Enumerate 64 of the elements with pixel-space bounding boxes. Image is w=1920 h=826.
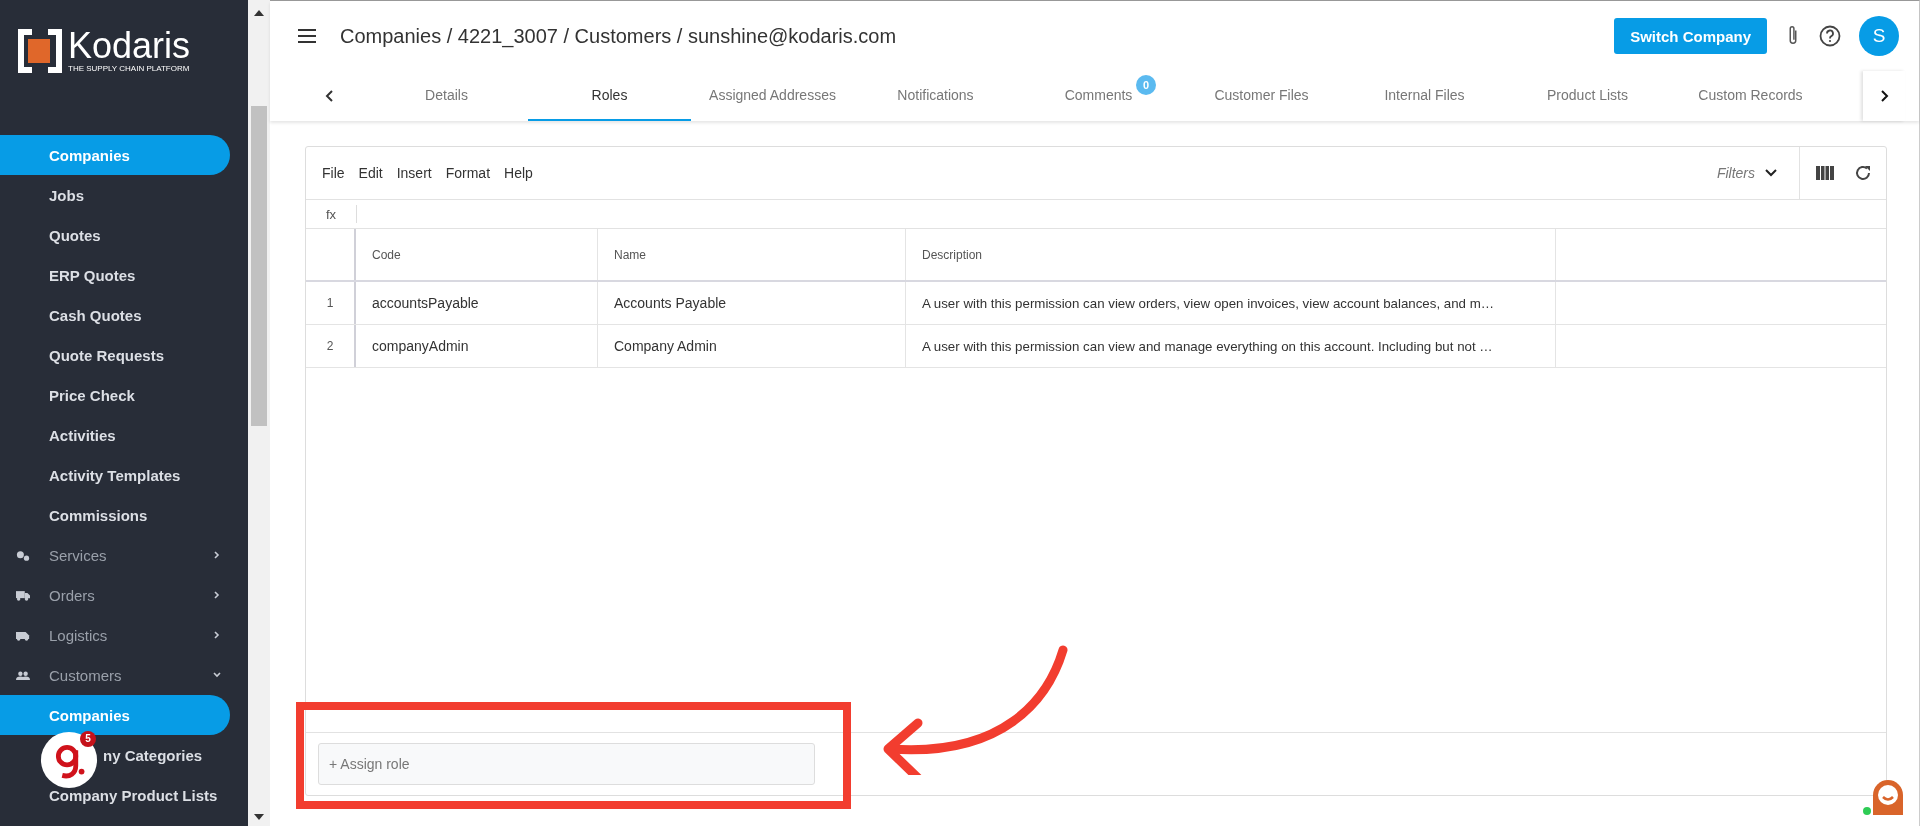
table-cell: Company Admin [598, 325, 906, 367]
chevron-left-icon[interactable] [325, 90, 335, 102]
menu-item[interactable]: Insert [396, 165, 432, 181]
menu-item[interactable]: File [322, 165, 345, 181]
breadcrumb: Companies / 4221_3007 / Customers / sunshine@kodaris.com [340, 24, 898, 48]
helper-widget-icon[interactable] [40, 731, 98, 789]
menu-item[interactable]: Edit [358, 165, 383, 181]
refresh-icon[interactable] [1854, 164, 1872, 182]
count-badge: 0 [1136, 75, 1156, 95]
table-cell: A user with this permission can view and manage everything on this account. Including but not … [906, 325, 1556, 367]
sidebar-item[interactable]: Logistics [0, 615, 230, 655]
gears-icon [16, 549, 30, 561]
formula-label: fx [324, 206, 338, 222]
tab[interactable]: Assigned Addresses [691, 71, 854, 121]
tab[interactable]: Details [365, 71, 528, 121]
columns-icon[interactable] [1816, 166, 1834, 180]
sidebar-item[interactable]: Jobs [0, 175, 230, 215]
sidebar-item[interactable]: Services [0, 535, 230, 575]
sidebar-item[interactable]: ny Categories [100, 735, 230, 775]
column-header[interactable]: Description [906, 229, 1556, 280]
truck-icon [16, 589, 30, 601]
tab[interactable]: Comments 0 [1017, 71, 1180, 121]
column-header[interactable]: Code [356, 229, 598, 280]
sidebar-item[interactable]: Customers [0, 655, 230, 695]
tab[interactable]: Internal Files [1343, 71, 1506, 121]
scroll-down-icon[interactable] [254, 814, 264, 820]
tab[interactable]: Customer Files [1180, 71, 1343, 121]
menu-item[interactable]: Help [504, 165, 533, 181]
sidebar-item[interactable]: Cash Quotes [0, 295, 230, 335]
table-cell: accountsPayable [356, 282, 598, 324]
help-icon[interactable] [1819, 25, 1841, 47]
row-number: 2 [306, 325, 356, 367]
logo-icon [18, 28, 62, 73]
table-cell: Accounts Payable [598, 282, 906, 324]
tab[interactable]: Product Lists [1506, 71, 1669, 121]
scroll-up-icon[interactable] [254, 10, 264, 16]
table-cell: A user with this permission can view orders, view open invoices, view account balances, and m… [906, 282, 1556, 324]
scrollbar[interactable] [248, 0, 270, 826]
logo-tagline: THE SUPPLY CHAIN PLATFORM [68, 64, 191, 73]
sidebar-item[interactable]: Quote Requests [0, 335, 230, 375]
tab[interactable]: Notifications [854, 71, 1017, 121]
people-icon [16, 669, 30, 681]
sidebar-item[interactable]: Company Product Lists [0, 775, 230, 815]
chevron-down-icon [1765, 169, 1777, 177]
van-icon [16, 629, 30, 641]
row-number: 1 [306, 282, 356, 324]
sidebar-item[interactable]: Price Check [0, 375, 230, 415]
paperclip-icon[interactable] [1787, 25, 1799, 47]
tab[interactable]: Custom Records [1669, 71, 1832, 121]
menu-item[interactable]: Format [445, 165, 491, 181]
tab[interactable]: Roles [528, 71, 691, 121]
logo-name: Kodaris [68, 28, 191, 64]
sidebar-item[interactable]: Quotes [0, 215, 230, 255]
assign-role-field[interactable]: + Assign role [318, 743, 815, 785]
table-cell: companyAdmin [356, 325, 598, 367]
column-header[interactable]: Name [598, 229, 906, 280]
filters-dropdown[interactable]: Filters [1716, 147, 1800, 199]
sidebar-item[interactable]: Activity Templates [0, 455, 230, 495]
menu-icon[interactable] [298, 29, 316, 43]
sidebar-item[interactable]: Commissions [0, 495, 230, 535]
sidebar-item[interactable]: Orders [0, 575, 230, 615]
chevron-right-icon [1879, 90, 1889, 102]
sidebar-item[interactable]: ERP Quotes [0, 255, 230, 295]
sidebar-item[interactable]: Activities [0, 415, 230, 455]
